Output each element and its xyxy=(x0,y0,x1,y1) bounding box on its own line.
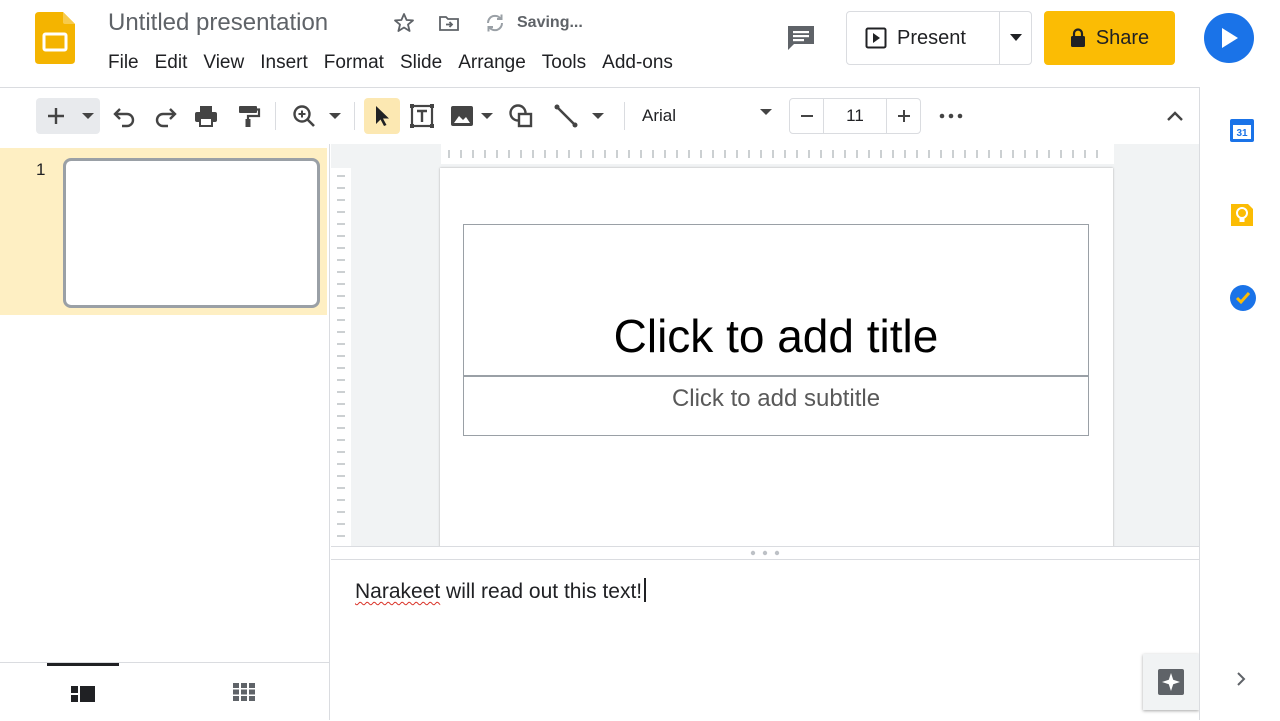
menu-insert[interactable]: Insert xyxy=(252,50,316,76)
zoom-icon[interactable] xyxy=(290,102,318,130)
image-icon[interactable] xyxy=(448,102,476,130)
menu-slide[interactable]: Slide xyxy=(392,50,450,76)
present-label: Present xyxy=(897,26,966,49)
vertical-ruler[interactable] xyxy=(331,168,351,546)
more-options-icon[interactable] xyxy=(937,102,965,130)
plus-icon xyxy=(48,108,64,124)
present-dropdown-button[interactable] xyxy=(1000,12,1031,64)
caret-down-icon[interactable] xyxy=(592,113,604,120)
drag-handle-icon xyxy=(750,550,780,556)
text-box-icon[interactable] xyxy=(408,102,436,130)
slide-editor: Click to add title Click to add subtitle xyxy=(331,144,1199,546)
caret-down-icon xyxy=(82,113,94,119)
menu-bar: File Edit View Insert Format Slide Arran… xyxy=(100,50,735,76)
menu-edit[interactable]: Edit xyxy=(147,50,196,76)
menu-file[interactable]: File xyxy=(100,50,147,76)
menu-tools[interactable]: Tools xyxy=(534,50,594,76)
caret-down-icon[interactable] xyxy=(329,113,341,120)
slide-canvas[interactable]: Click to add title Click to add subtitle xyxy=(440,168,1113,546)
grid-view-tab[interactable] xyxy=(208,663,280,721)
font-size-control: 11 xyxy=(789,98,921,134)
font-family-select[interactable]: Arial xyxy=(642,106,676,126)
caret-down-icon[interactable] xyxy=(481,113,493,120)
undo-icon[interactable] xyxy=(110,102,138,130)
explore-icon xyxy=(1158,669,1184,695)
menu-addons[interactable]: Add-ons xyxy=(594,50,681,76)
share-button[interactable]: Share xyxy=(1044,11,1175,65)
play-icon xyxy=(1222,28,1238,48)
menu-view[interactable]: View xyxy=(195,50,252,76)
app-header: Untitled presentation Saving... File Edi… xyxy=(0,0,1280,87)
misspelled-word[interactable]: Narakeet xyxy=(355,580,440,603)
speaker-notes-text[interactable]: Narakeet will read out this text! xyxy=(355,578,647,604)
toolbar-separator xyxy=(275,102,276,130)
increase-font-size-button[interactable] xyxy=(886,99,920,133)
keep-icon[interactable] xyxy=(1229,202,1255,228)
present-icon xyxy=(865,27,887,49)
slides-logo-icon[interactable] xyxy=(35,12,75,64)
toolbar: Arial 11 xyxy=(0,87,1200,144)
minus-icon xyxy=(800,115,813,117)
filmstrip-view-icon xyxy=(71,685,95,702)
title-placeholder[interactable]: Click to add title xyxy=(463,224,1089,376)
select-tool-button[interactable] xyxy=(364,98,400,134)
text-cursor xyxy=(644,578,647,602)
shape-icon[interactable] xyxy=(507,102,535,130)
view-switcher xyxy=(0,662,329,721)
plus-icon xyxy=(897,110,910,122)
speaker-notes[interactable]: Narakeet will read out this text! xyxy=(331,560,1199,720)
share-label: Share xyxy=(1095,26,1150,49)
subtitle-placeholder-text: Click to add subtitle xyxy=(671,385,881,412)
cursor-icon xyxy=(376,106,389,126)
paint-format-icon[interactable] xyxy=(234,102,262,130)
calendar-day: 31 xyxy=(1236,128,1248,139)
chevron-right-icon[interactable] xyxy=(1232,670,1250,688)
calendar-icon[interactable]: 31 xyxy=(1229,117,1255,143)
save-status: Saving... xyxy=(517,14,583,31)
line-icon[interactable] xyxy=(552,102,580,130)
tasks-icon[interactable] xyxy=(1229,284,1257,312)
lock-icon xyxy=(1070,28,1085,47)
chevron-up-icon[interactable] xyxy=(1161,102,1189,130)
toolbar-separator xyxy=(354,102,355,130)
grid-view-icon xyxy=(233,683,255,701)
star-icon[interactable] xyxy=(392,11,416,35)
caret-down-icon[interactable] xyxy=(760,109,772,116)
filmstrip-panel: 1 xyxy=(0,144,330,720)
explore-button[interactable] xyxy=(1143,654,1199,710)
meet-present-button[interactable] xyxy=(1204,13,1254,63)
caret-down-icon xyxy=(1009,34,1022,41)
side-panel: 31 xyxy=(1199,87,1280,720)
filmstrip-view-tab[interactable] xyxy=(47,663,119,721)
horizontal-ruler[interactable] xyxy=(441,144,1114,164)
toolbar-separator xyxy=(624,102,625,130)
decrease-font-size-button[interactable] xyxy=(790,99,824,133)
move-to-folder-icon[interactable] xyxy=(437,11,461,35)
filmstrip-slide[interactable]: 1 xyxy=(0,148,327,315)
present-button-group: Present xyxy=(846,11,1032,65)
menu-format[interactable]: Format xyxy=(316,50,392,76)
comments-icon[interactable] xyxy=(786,24,816,52)
title-placeholder-text: Click to add title xyxy=(613,310,939,362)
font-size-input[interactable]: 11 xyxy=(824,99,886,133)
redo-icon[interactable] xyxy=(152,102,180,130)
sync-icon xyxy=(486,14,504,32)
notes-resize-handle[interactable] xyxy=(331,546,1199,560)
present-button[interactable]: Present xyxy=(847,12,999,64)
print-icon[interactable] xyxy=(192,102,220,130)
subtitle-placeholder[interactable]: Click to add subtitle xyxy=(463,376,1089,436)
document-title[interactable]: Untitled presentation xyxy=(108,9,328,37)
notes-text-rest: will read out this text! xyxy=(440,580,643,603)
slide-thumbnail[interactable] xyxy=(63,158,320,308)
menu-arrange[interactable]: Arrange xyxy=(450,50,534,76)
new-slide-button[interactable] xyxy=(36,98,100,134)
slide-number: 1 xyxy=(36,160,46,179)
